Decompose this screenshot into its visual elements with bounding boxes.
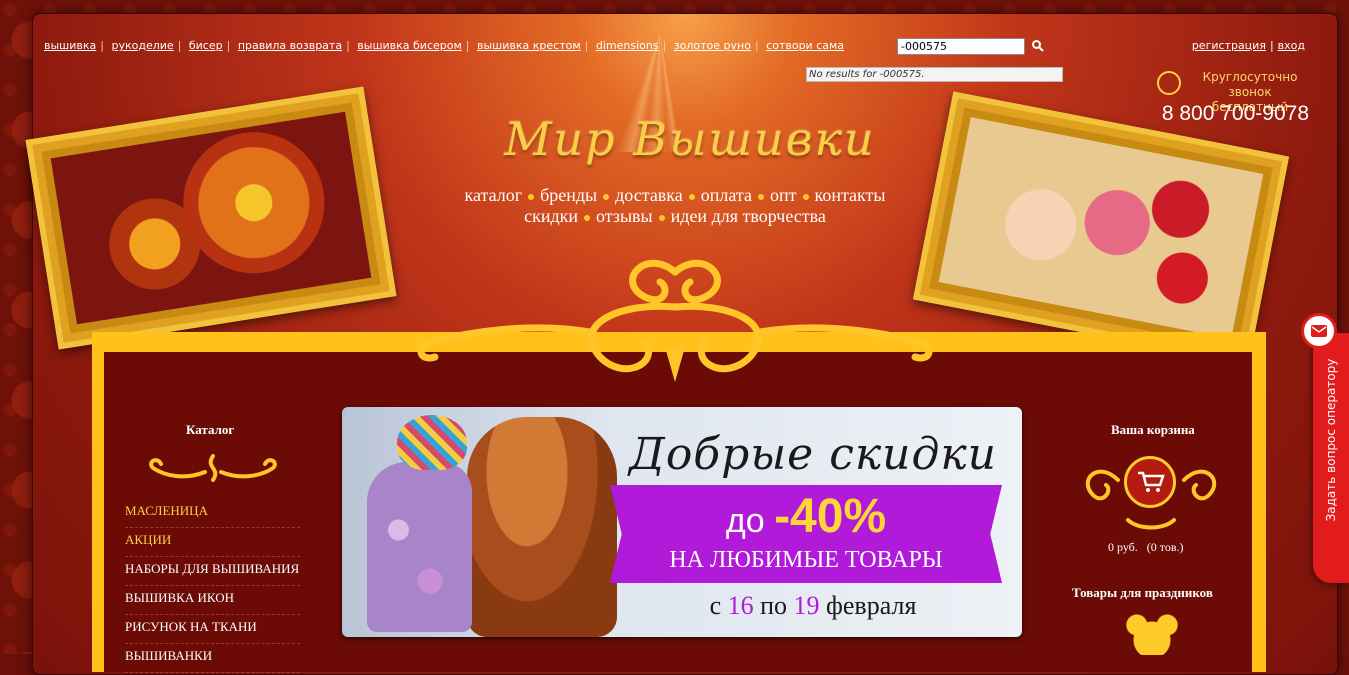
separator: | [465,39,470,52]
topnav-link-vyshivka[interactable]: вышивка [44,39,96,52]
banner-title: Добрые скидки [629,429,997,480]
separator: | [177,39,182,52]
search-icon[interactable] [1031,39,1045,53]
register-link[interactable]: регистрация [1192,39,1266,52]
topnav-link-rukodelie[interactable]: рукоделие [111,39,173,52]
nav-delivery[interactable]: доставка [615,185,683,205]
catalog-title: Каталог [186,422,235,437]
promo-banner[interactable]: Добрые скидки до -40% НА ЛЮБИМЫЕ ТОВАРЫ … [342,407,1022,637]
catalog-item-vyshivanki[interactable]: ВЫШИВАНКИ [125,645,300,673]
cart-summary: 0 руб. (0 тов.) [1108,540,1184,555]
nav-dot [758,193,764,200]
separator: | [346,39,350,52]
banner-date-to: 19 [793,591,820,620]
topnav-link-biser[interactable]: бисер [189,39,223,52]
catalog-list: МАСЛЕНИЦА АКЦИИ НАБОРЫ ДЛЯ ВЫШИВАНИЯ ВЫШ… [125,500,300,674]
separator: | [100,39,104,52]
nav-dot [688,193,695,200]
banner-date-to-label: по [760,591,788,620]
cart-icon [1138,471,1165,492]
banner-pct-value: -40% [774,490,887,543]
nav-wholesale[interactable]: опт [770,185,797,205]
banner-pct-prefix: до [725,502,765,540]
nav-dot [802,193,809,200]
catalog-item-akcii[interactable]: АКЦИИ [125,529,300,557]
topnav-link-zolotoe-runo[interactable]: золотое руно [674,39,751,52]
roses-canvas [938,117,1264,339]
nav-brands[interactable]: бренды [540,185,597,205]
separator: | [584,39,589,52]
separator: | [226,39,231,52]
sunflower-canvas [50,111,372,325]
banner-dog-image [467,417,617,637]
topnav-link-dimensions[interactable]: dimensions [596,39,659,52]
nav-dot [603,193,610,200]
separator: | [662,39,667,52]
nav-catalog[interactable]: каталог [464,185,522,205]
topnav-link-cross-stitch[interactable]: вышивка крестом [477,39,581,52]
nav-dot [658,214,665,221]
banner-date-from-label: с [709,591,722,620]
topnav-link-bead-embroidery[interactable]: вышивка бисером [357,39,462,52]
main-nav-row-2: скидки отзывы идеи для творчества [400,206,950,227]
banner-discount: до -40% [610,489,1002,544]
auth-links: регистрация | вход [1192,39,1305,52]
catalog-swirl [149,454,277,482]
site-logo[interactable]: Мир Вышивки [455,112,925,166]
catalog-item-risunok[interactable]: РИСУНОК НА ТКАНИ [125,616,300,644]
topnav-link-sotvori-sama[interactable]: сотвори сама [766,39,844,52]
holiday-ornament[interactable] [1114,605,1190,655]
catalog-item-ikony[interactable]: ВЫШИВКА ИКОН [125,587,300,615]
catalog-item-nabory[interactable]: НАБОРЫ ДЛЯ ВЫШИВАНИЯ [125,558,300,586]
gold-ornament [417,259,933,382]
separator: | [754,39,759,52]
phone-number[interactable]: 8 800 700-9078 [1162,102,1309,126]
main-nav: каталог бренды доставка оплата опт контакты с… [400,185,950,227]
login-link[interactable]: вход [1278,39,1305,52]
separator: | [1269,39,1274,52]
banner-date-month: февраля [826,591,917,620]
banner-subtitle: НА ЛЮБИМЫЕ ТОВАРЫ [669,547,943,573]
nav-dot [584,214,590,221]
topnav-link-return-rules[interactable]: правила возврата [238,39,342,52]
nav-discounts[interactable]: скидки [524,206,578,226]
nav-reviews[interactable]: отзывы [596,206,653,226]
banner-child-hat [397,415,467,470]
holiday-title: Товары для праздников [1072,585,1213,600]
banner-date: с 16 по 19 февраля [604,591,1022,621]
catalog-item-maslenitsa[interactable]: МАСЛЕНИЦА [125,500,300,528]
search-no-results: No results for -000575. [806,67,1063,82]
banner-child-image [367,462,472,632]
nav-contacts[interactable]: контакты [815,185,886,205]
cart-sum: 0 руб. [1108,540,1138,554]
nav-payment[interactable]: оплата [701,185,752,205]
main-nav-row-1: каталог бренды доставка оплата опт контакты [400,185,950,206]
banner-date-from: 16 [727,591,754,620]
search-input[interactable]: -000575 [897,38,1025,55]
cart-count: (0 тов.) [1146,540,1184,554]
nav-ideas[interactable]: идеи для творчества [671,206,826,226]
ask-operator-label[interactable]: Задать вопрос оператору [1313,315,1349,565]
clock-icon [1157,71,1181,95]
top-nav: вышивка | рукоделие | бисер | правила возвр… [44,39,844,52]
cart-title: Ваша корзина [1111,422,1195,437]
nav-dot [528,193,535,200]
cart-button[interactable] [1124,456,1176,508]
